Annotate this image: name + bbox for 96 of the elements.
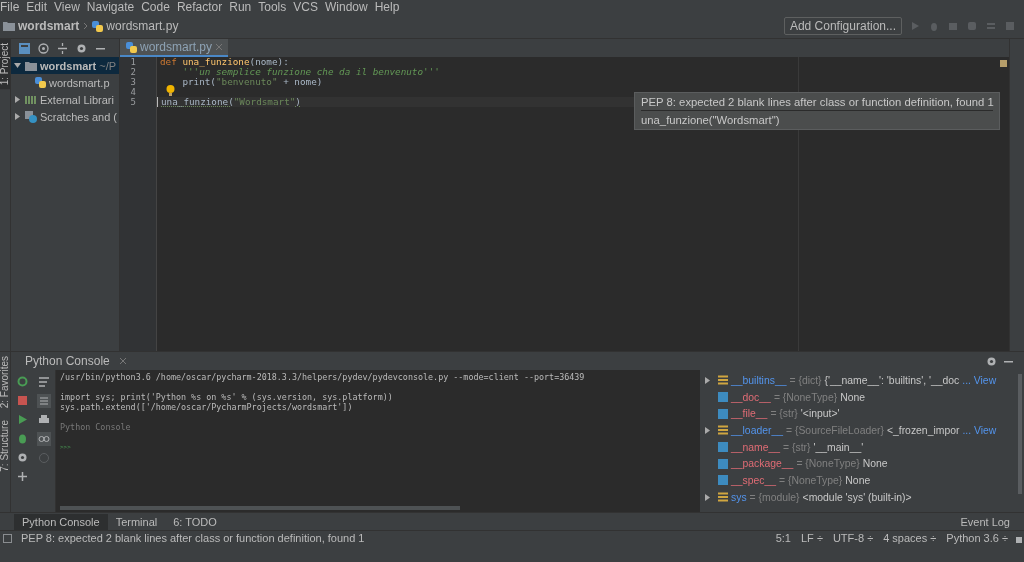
line-number: 3: [129, 77, 137, 87]
tooltip-message: PEP 8: expected 2 blank lines after class or function definition, found 1: [641, 96, 993, 111]
tool-window-tab[interactable]: 6: TODO: [165, 513, 225, 530]
field-icon: [718, 475, 728, 486]
library-icon: [25, 94, 37, 105]
code-line: una_funzione("Wordsmart"): [161, 96, 301, 107]
scroll-to-end-icon[interactable]: [37, 394, 51, 408]
stop-icon[interactable]: [16, 395, 28, 406]
list-icon: [718, 425, 728, 436]
collapse-icon[interactable]: [19, 42, 30, 54]
console-line: /usr/bin/python3.6 /home/oscar/pycharm-2018.3.3/helpers/pydev/pydevconsole.py --mode=client --port=36439: [60, 372, 586, 382]
settings-icon[interactable]: [16, 452, 28, 463]
chevron-icon: [83, 22, 89, 30]
tooltip-code: una_funzione("Wordsmart"): [641, 114, 781, 126]
show-variables-icon[interactable]: [37, 432, 51, 446]
breadcrumb-item[interactable]: wordsmart.py: [106, 19, 179, 33]
console-line: sys.path.extend(['/home/oscar/PycharmProjects/wordsmart']): [60, 402, 354, 412]
run-icon[interactable]: [16, 414, 28, 425]
variable-row[interactable]: __builtins__ = {dict} {'__name__': 'builtins', '__doc ... View: [704, 372, 1014, 389]
line-separator[interactable]: LF ÷: [801, 532, 823, 544]
expanded-arrow-icon[interactable]: [14, 62, 21, 69]
menu-item[interactable]: File: [0, 0, 25, 14]
list-icon: [718, 492, 728, 503]
console-line: Python Console: [60, 422, 132, 432]
variable-row[interactable]: __package__ = {NoneType} None: [704, 455, 1014, 473]
tree-item[interactable]: External Librari: [11, 91, 119, 108]
menu-item[interactable]: Help: [374, 0, 405, 14]
tool-window-title: Python Console: [25, 354, 110, 368]
variable-row[interactable]: __loader__ = {SourceFileLoader} <_frozen_impor ... View: [704, 422, 1014, 439]
status-message: PEP 8: expected 2 blank lines after class or function definition, found 1: [21, 532, 365, 544]
code-line: def una_funzione(nome):: [160, 56, 289, 67]
editor-tab[interactable]: wordsmart.py: [120, 39, 229, 57]
variable-row[interactable]: __name__ = {str} '__main__': [704, 438, 1014, 456]
python-file-icon: [35, 77, 46, 88]
file-encoding[interactable]: UTF-8 ÷: [832, 532, 874, 544]
menu-item[interactable]: Code: [141, 0, 175, 14]
collapsed-arrow-icon[interactable]: [704, 426, 711, 434]
menu-item[interactable]: Run: [229, 0, 257, 14]
menu-item[interactable]: Refactor: [176, 0, 228, 14]
rerun-icon[interactable]: [16, 376, 28, 387]
menu-item[interactable]: Tools: [258, 0, 292, 14]
interpreter-setting[interactable]: Python 3.6 ÷: [946, 532, 1008, 544]
tool-window-tab[interactable]: Terminal: [107, 513, 166, 530]
soft-wrap-icon[interactable]: [38, 376, 50, 388]
tool-window-tab[interactable]: Python Console: [14, 513, 108, 530]
print-icon[interactable]: [38, 414, 50, 426]
debug-icon[interactable]: [16, 433, 28, 444]
tree-item[interactable]: wordsmart ~/P: [11, 57, 119, 74]
warning-marker-icon: [999, 60, 1007, 67]
breadcrumb-item[interactable]: wordsmart: [18, 19, 80, 33]
close-icon[interactable]: [119, 358, 126, 364]
variable-row[interactable]: sys = {module} <module 'sys' (built-in)>: [704, 488, 1014, 506]
expand-collapse-icon[interactable]: [57, 42, 68, 54]
lightbulb-icon[interactable]: [166, 85, 175, 96]
python-file-icon: [92, 20, 104, 32]
settings-icon[interactable]: [986, 355, 997, 367]
menu-item[interactable]: VCS: [293, 0, 323, 14]
field-icon: [718, 442, 728, 453]
field-icon: [718, 408, 728, 419]
field-icon: [718, 458, 728, 469]
console-line: import sys; print('Python %s on %s' % (sys.version, sys.platform)): [60, 392, 394, 402]
folder-icon: [25, 60, 37, 71]
indent-setting[interactable]: 4 spaces ÷: [883, 532, 937, 544]
menu-item[interactable]: View: [54, 0, 85, 14]
menu-item[interactable]: Navigate: [86, 0, 140, 14]
collapsed-arrow-icon[interactable]: [14, 96, 21, 103]
add-icon[interactable]: [16, 471, 28, 482]
variable-row[interactable]: __spec__ = {NoneType} None: [704, 472, 1014, 489]
variable-row[interactable]: __file__ = {str} '<input>': [704, 405, 1014, 423]
list-icon: [718, 375, 728, 386]
collapsed-arrow-icon[interactable]: [704, 376, 711, 384]
menu-item[interactable]: Window: [324, 0, 373, 14]
panel-toggle-icon[interactable]: [3, 533, 12, 543]
caret-position[interactable]: 5:1: [775, 532, 791, 544]
add-configuration-button[interactable]: Add Configuration...: [783, 17, 902, 35]
code-line: print("benvenuto" + nome): [181, 76, 323, 87]
line-number: 2: [129, 67, 137, 77]
scratch-icon: [25, 110, 37, 123]
collapsed-arrow-icon[interactable]: [14, 113, 21, 120]
python-file-icon: [126, 41, 137, 53]
field-icon: [718, 392, 728, 403]
menu-item[interactable]: Edit: [26, 0, 53, 14]
target-icon[interactable]: [38, 42, 49, 54]
line-number: 1: [129, 57, 137, 67]
variable-row[interactable]: __doc__ = {NoneType} None: [704, 388, 1014, 406]
tree-item[interactable]: wordsmart.p: [11, 74, 119, 91]
view-link[interactable]: ... View: [962, 374, 997, 386]
code-line: '''un semplice funzione che da il benvenuto''': [181, 66, 440, 77]
collapsed-arrow-icon[interactable]: [704, 493, 711, 501]
line-number: 5: [129, 97, 137, 107]
event-log-button[interactable]: Event Log: [960, 515, 1010, 528]
settings-icon[interactable]: [76, 42, 87, 54]
line-number: 4: [129, 87, 137, 97]
folder-icon: [3, 21, 15, 31]
tree-item[interactable]: Scratches and (: [11, 108, 119, 125]
view-link[interactable]: ... View: [962, 424, 997, 436]
